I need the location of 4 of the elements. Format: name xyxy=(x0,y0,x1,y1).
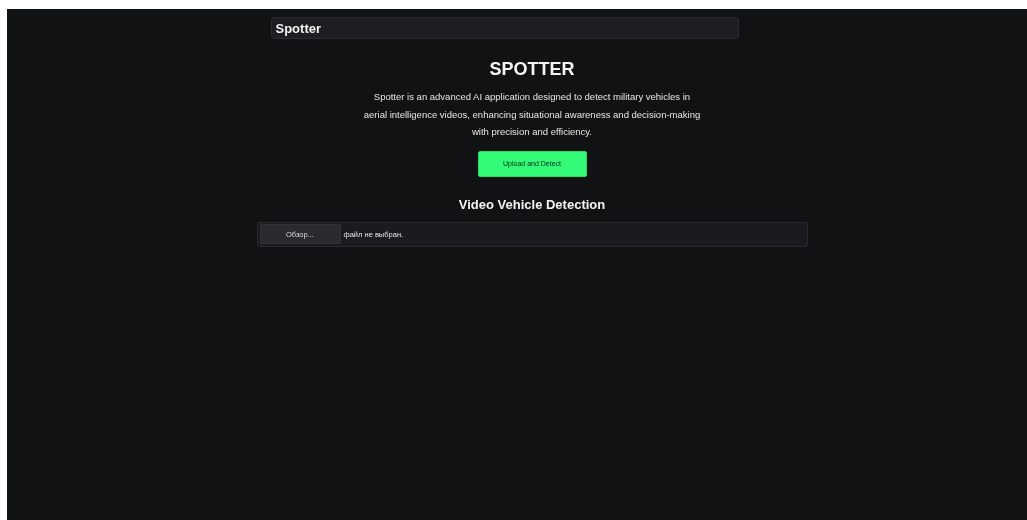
hero-title: SPOTTER xyxy=(489,59,575,80)
hero-description: Spotter is an advanced AI application designed to detect military vehicles in aerial intelligence videos, enhancing situational awareness and decision-making with precision and efficiency. xyxy=(362,90,702,139)
app-title: Spotter xyxy=(275,20,321,36)
section-title: Video Vehicle Detection xyxy=(458,196,606,212)
